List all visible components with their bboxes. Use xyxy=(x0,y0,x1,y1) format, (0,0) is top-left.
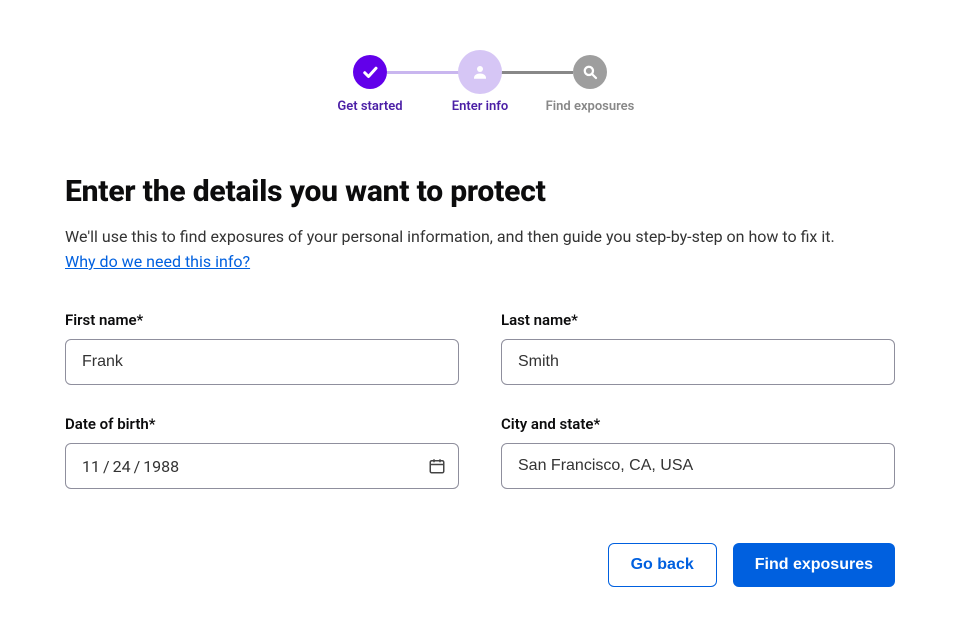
dob-value: 11 / 24 / 1988 xyxy=(82,457,179,476)
page-subtitle: We'll use this to find exposures of your… xyxy=(65,227,895,246)
dob-label: Date of birth* xyxy=(65,415,459,433)
step-get-started: Get started xyxy=(315,55,425,114)
first-name-input[interactable] xyxy=(65,339,459,385)
form-section: Enter the details you want to protect We… xyxy=(0,114,960,587)
search-icon xyxy=(573,55,607,89)
dob-month: 11 xyxy=(82,457,100,476)
last-name-field-group: Last name* xyxy=(501,311,895,385)
city-state-input[interactable] xyxy=(501,443,895,489)
first-name-label: First name* xyxy=(65,311,459,329)
form-grid: First name* Last name* Date of birth* 11… xyxy=(65,311,895,489)
person-icon xyxy=(463,55,497,89)
why-info-link[interactable]: Why do we need this info? xyxy=(65,252,250,271)
dob-input[interactable]: 11 / 24 / 1988 xyxy=(65,443,459,489)
go-back-button[interactable]: Go back xyxy=(608,543,717,587)
progress-stepper: Get started Enter info Find exposures xyxy=(0,0,960,114)
stepper-connector xyxy=(387,71,463,74)
last-name-label: Last name* xyxy=(501,311,895,329)
find-exposures-button[interactable]: Find exposures xyxy=(733,543,895,587)
step-label: Find exposures xyxy=(546,99,635,114)
step-find-exposures: Find exposures xyxy=(535,55,645,114)
page-title: Enter the details you want to protect xyxy=(65,174,895,209)
first-name-field-group: First name* xyxy=(65,311,459,385)
button-row: Go back Find exposures xyxy=(65,543,895,587)
dob-field-group: Date of birth* 11 / 24 / 1988 xyxy=(65,415,459,489)
dob-year: 1988 xyxy=(143,457,179,476)
calendar-icon xyxy=(428,457,446,475)
last-name-input[interactable] xyxy=(501,339,895,385)
city-state-label: City and state* xyxy=(501,415,895,433)
city-state-field-group: City and state* xyxy=(501,415,895,489)
dob-day: 24 xyxy=(113,457,131,476)
check-icon xyxy=(353,55,387,89)
step-label: Enter info xyxy=(452,99,508,114)
stepper-connector xyxy=(497,71,573,74)
step-label: Get started xyxy=(337,99,402,114)
step-enter-info: Enter info xyxy=(425,55,535,114)
